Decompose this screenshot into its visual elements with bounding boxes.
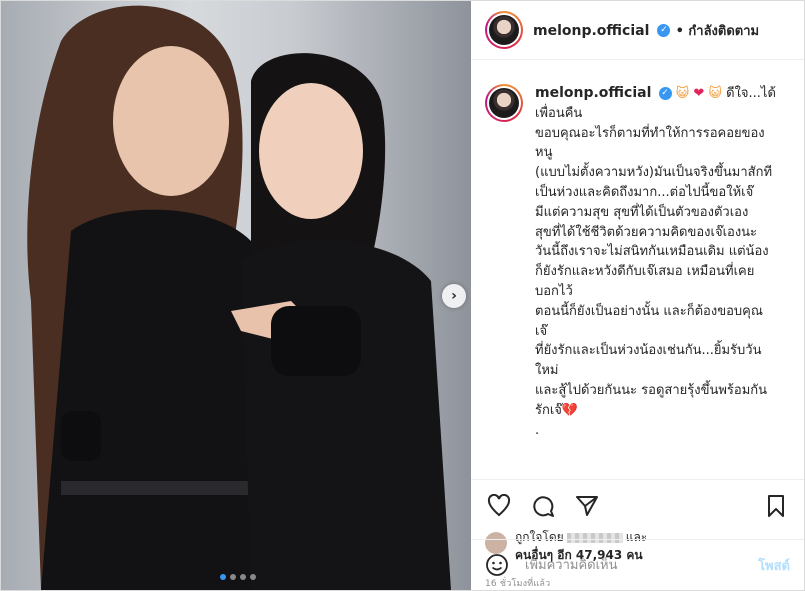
caption-username[interactable]: melonp.official — [535, 85, 651, 101]
caption-line: เป็นห่วงและคิดถึงมาก...ต่อไปนี้ขอให้เจ๊ — [535, 184, 754, 200]
cat-emoji-icon: 😺 — [675, 86, 690, 101]
carousel-dot — [230, 574, 236, 580]
heart-emoji-icon: ❤ — [693, 86, 705, 101]
post-header: melonp.official ✓ • กำลังติดตาม — [471, 1, 804, 60]
caption-text: melonp.official ✓ 😺 ❤ 😺 ดีใจ...ได้ เพื่อ… — [535, 84, 776, 479]
caption-line: เจ๊ — [535, 323, 548, 339]
comment-icon[interactable] — [529, 492, 557, 520]
heart-icon[interactable] — [485, 492, 513, 520]
avatar[interactable] — [485, 11, 523, 49]
instagram-post: › melonp.official ✓ • กำลังติดตาม melonp… — [0, 0, 805, 591]
caption-line: หนู — [535, 145, 553, 161]
avatar-image — [489, 15, 519, 45]
post-sidebar: melonp.official ✓ • กำลังติดตาม melonp.o… — [471, 1, 804, 590]
carousel-dot — [250, 574, 256, 580]
carousel-dot — [220, 574, 226, 580]
caption-line: . — [535, 422, 540, 438]
header-username[interactable]: melonp.official — [533, 23, 649, 39]
smiley-icon[interactable] — [485, 553, 509, 577]
verified-badge-icon: ✓ — [657, 23, 671, 37]
caption-line: สุขที่ได้ใช้ชีวิตด้วยความคิดของเจ๊เองนะ — [535, 224, 758, 240]
share-icon[interactable] — [573, 492, 601, 520]
caption-line: ใหม่ — [535, 363, 559, 379]
cat-emoji-icon: 😺 — [708, 86, 722, 101]
comment-form: โพสต์ — [471, 539, 804, 590]
caption-line: วันนี้ถึงเราจะไม่สนิทกันเหมือนเดิม แต่น้… — [535, 244, 769, 260]
caption-line: บอกไว้ — [535, 283, 573, 299]
comment-input[interactable] — [523, 556, 759, 574]
caption-avatar[interactable] — [485, 84, 523, 122]
carousel-dot — [240, 574, 246, 580]
caption-line: ดีใจ...ได้ — [726, 86, 776, 101]
caption-line: ที่ยังรักและเป็นห่วงน้องเช่นกัน...ยิ้มรั… — [535, 343, 762, 359]
caption-line: ก็ยังรักและหวังดีกับเจ๊เสมอ เหมือนที่เคย — [535, 264, 755, 280]
chevron-right-icon: › — [451, 288, 457, 304]
post-comment-button[interactable]: โพสต์ — [758, 555, 790, 576]
caption-line: เพื่อนคืน — [535, 105, 583, 121]
photo-two-women — [27, 5, 451, 590]
verified-badge-icon: ✓ — [658, 87, 672, 100]
caption-line: มีแต่ความสุข สุขที่ได้เป็นตัวของตัวเอง — [535, 204, 749, 220]
caption: melonp.official ✓ 😺 ❤ 😺 ดีใจ...ได้ เพื่อ… — [471, 60, 804, 479]
caption-line: (แบบไม่ตั้งความหวัง)มันเป็นจริงขึ้นมาสัก… — [535, 165, 773, 181]
post-photo[interactable]: › — [1, 1, 471, 590]
bookmark-icon[interactable] — [762, 492, 790, 520]
caption-line: รักเจ๊💔 — [535, 402, 579, 418]
follow-status[interactable]: • กำลังติดตาม — [676, 24, 760, 39]
caption-line: ขอบคุณอะไรก็ตามที่ทำให้การรอคอยของ — [535, 125, 765, 141]
avatar-image — [489, 88, 519, 118]
caption-line: และสู้ไปด้วยกันนะ รอดูสายรุ้งขึ้นพร้อมกั… — [535, 382, 768, 398]
caption-line: ตอนนี้ก็ยังเป็นอย่างนั้น และก็ต้องขอบคุณ — [535, 303, 763, 319]
carousel-indicator — [220, 574, 256, 580]
next-photo-button[interactable]: › — [442, 284, 466, 308]
